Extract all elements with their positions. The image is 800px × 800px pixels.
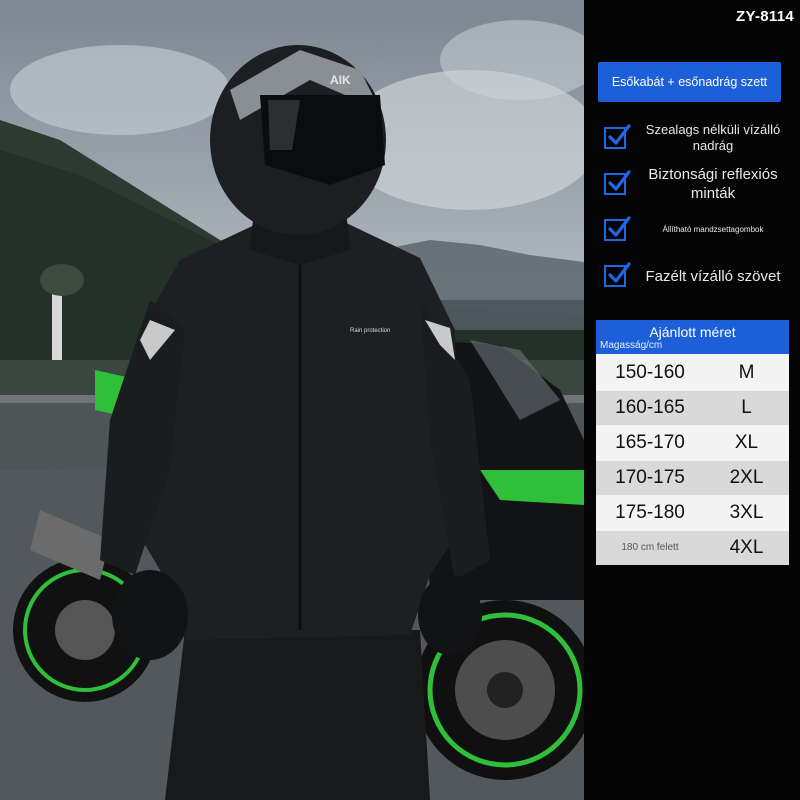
model-code: ZY-8114 [736,8,794,25]
height-cell: 160-165 [615,397,685,418]
chest-logo-text: Rain protection [350,328,390,334]
feature-text: Fazélt vízálló szövet [645,267,781,285]
size-table-header: Ajánlott méret Magasság/cm [596,320,789,354]
rider-photo: AIK Rain protection [0,0,584,800]
table-row: 175-180 3XL [596,496,789,530]
feature-item-reflective: Biztonsági reflexiós minták [604,162,794,206]
size-cell: 3XL [729,502,764,523]
height-cell: 170-175 [615,467,685,488]
set-banner: Esőkabát + esőnadrág szett [598,62,781,102]
table-row: 150-160 M [596,356,789,390]
feature-text: Biztonsági reflexiós minták [648,166,778,202]
checkbox-checked-icon [604,262,631,287]
height-cell: 165-170 [615,432,685,453]
rider-illustration: AIK Rain protection [0,20,584,800]
size-cell: 4XL [729,537,764,558]
size-table: Ajánlott méret Magasság/cm 150-160 M 160… [596,320,789,565]
feature-item-cuffs: Állítható mandzsettagombok [604,208,794,252]
feature-text: Szealags nélküli vízálló nadrág [645,122,781,153]
product-image: AIK Rain protection ZY-8114 Esőkabát + e… [0,0,800,800]
feature-item-fabric: Fazélt vízálló szövet [604,254,794,298]
table-row: 160-165 L [596,391,789,425]
height-cell: 180 cm felett [621,542,679,553]
feature-text: Állítható mandzsettagombok [662,225,764,234]
size-cell: 2XL [729,467,764,488]
checkbox-checked-icon [604,124,631,149]
size-cell: XL [734,432,759,453]
table-row: 165-170 XL [596,426,789,460]
size-cell: M [738,362,755,383]
checkbox-checked-icon [604,170,631,195]
table-row: 180 cm felett 4XL [596,531,789,565]
size-cell: L [741,397,752,418]
checkbox-checked-icon [604,216,631,241]
feature-item-seamless-pants: Szealags nélküli vízálló nadrág [604,116,794,160]
size-table-column-label: Magasság/cm [600,340,663,351]
height-cell: 150-160 [615,362,685,383]
helmet-brand-text: AIK [330,73,351,87]
size-table-title: Ajánlott méret [649,324,736,340]
table-row: 170-175 2XL [596,461,789,495]
height-cell: 175-180 [615,502,685,523]
